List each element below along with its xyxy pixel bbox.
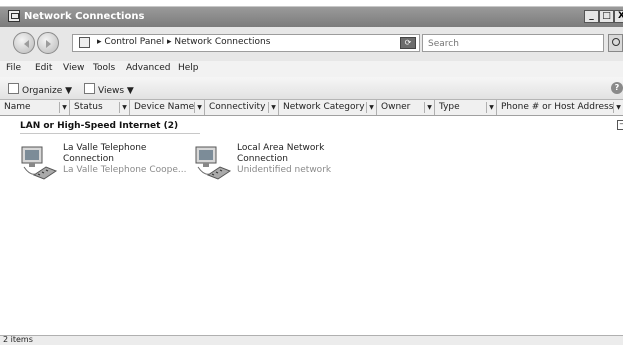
search-icon[interactable]	[608, 34, 623, 52]
breadcrumb-separator: ▸	[166, 37, 172, 47]
views-label: Views ▼	[98, 86, 134, 96]
column-dropdown-icon[interactable]: ▼	[613, 102, 623, 113]
connection-name: Connection	[63, 154, 114, 164]
column-dropdown-icon[interactable]: ▼	[366, 102, 376, 113]
search-input[interactable]	[426, 36, 590, 52]
menu-view[interactable]: View	[63, 63, 84, 73]
organize-button[interactable]: Organize ▼	[8, 83, 72, 96]
column-dropdown-icon[interactable]: ▼	[119, 102, 129, 113]
views-icon	[84, 83, 95, 94]
control-panel-icon	[79, 37, 90, 48]
network-adapter-icon	[21, 146, 58, 180]
column-dropdown-icon[interactable]: ▼	[194, 102, 204, 113]
column-label: Network Category	[283, 102, 365, 112]
connection-text: Local Area Network Connection Unidentifi…	[237, 143, 331, 176]
breadcrumb-separator: ▸	[97, 37, 102, 47]
menu-tools[interactable]: Tools	[93, 63, 115, 73]
window-title: Network Connections	[24, 11, 145, 22]
column-label: Owner	[381, 102, 411, 112]
column-headers: Name ▼ Status ▼ Device Name ▼ Connectivity ▼…	[0, 100, 623, 116]
menu-help[interactable]: Help	[178, 63, 199, 73]
connection-status: Unidentified network	[237, 165, 332, 175]
help-icon[interactable]: ?	[611, 82, 623, 94]
column-name[interactable]: Name ▼	[0, 100, 70, 115]
menu-file[interactable]: File	[6, 63, 21, 73]
search-box[interactable]	[422, 34, 604, 52]
status-bar: 2 items	[0, 335, 623, 345]
close-button[interactable]: X	[614, 10, 623, 23]
refresh-icon[interactable]: ⟳	[400, 37, 416, 49]
column-device-name[interactable]: Device Name ▼	[130, 100, 205, 115]
column-label: Name	[4, 102, 31, 112]
column-label: Status	[74, 102, 103, 112]
column-label: Phone # or Host Address	[501, 102, 614, 112]
address-bar[interactable]: ▸ Control Panel ▸ Network Connections ▼	[72, 34, 463, 52]
group-divider	[20, 133, 200, 134]
organize-label: Organize ▼	[22, 86, 73, 96]
minimize-button[interactable]: _	[584, 10, 599, 23]
group-collapse-button[interactable]: −	[617, 120, 623, 130]
column-owner[interactable]: Owner ▼	[377, 100, 435, 115]
network-connections-window: Network Connections _ □ X ▸ Control Pane…	[0, 0, 623, 345]
network-adapter-icon	[195, 146, 232, 180]
breadcrumb: ▸ Control Panel ▸ Network Connections	[97, 37, 270, 47]
item-count: 2 items	[3, 335, 33, 344]
column-status[interactable]: Status ▼	[70, 100, 130, 115]
views-button[interactable]: Views ▼	[84, 83, 134, 96]
organize-icon	[8, 83, 19, 94]
column-label: Connectivity	[209, 102, 266, 112]
column-type[interactable]: Type ▼	[435, 100, 497, 115]
column-dropdown-icon[interactable]: ▼	[59, 102, 69, 113]
column-dropdown-icon[interactable]: ▼	[424, 102, 434, 113]
column-connectivity[interactable]: Connectivity ▼	[205, 100, 279, 115]
forward-arrow-icon[interactable]	[37, 32, 59, 54]
connection-name: Connection	[237, 154, 288, 164]
title-bar[interactable]: Network Connections _ □ X	[0, 6, 623, 27]
back-arrow-icon[interactable]	[13, 32, 35, 54]
connection-name: La Valle Telephone	[63, 143, 147, 153]
column-dropdown-icon[interactable]: ▼	[486, 102, 496, 113]
connections-list: LAN or High-Speed Internet (2) − La Vall…	[0, 116, 623, 335]
column-network-category[interactable]: Network Category ▼	[279, 100, 377, 115]
column-label: Device Name	[134, 102, 195, 112]
column-dropdown-icon[interactable]: ▼	[268, 102, 278, 113]
connection-text: La Valle Telephone Connection La Valle T…	[63, 143, 186, 176]
menu-edit[interactable]: Edit	[35, 63, 52, 73]
connection-name: Local Area Network	[237, 143, 325, 153]
address-row: ▸ Control Panel ▸ Network Connections ▼ …	[0, 27, 623, 61]
breadcrumb-network-connections[interactable]: Network Connections	[174, 37, 270, 47]
toolbar: Organize ▼ Views ▼ ?	[0, 77, 623, 100]
column-phone-or-host[interactable]: Phone # or Host Address ▼	[497, 100, 623, 115]
group-header[interactable]: LAN or High-Speed Internet (2)	[20, 121, 178, 131]
breadcrumb-control-panel[interactable]: Control Panel	[104, 37, 164, 47]
network-connections-icon	[8, 10, 20, 22]
menu-advanced[interactable]: Advanced	[126, 63, 170, 73]
connection-status: La Valle Telephone Coope...	[63, 165, 187, 175]
maximize-button[interactable]: □	[599, 10, 614, 23]
window-controls: _ □ X	[584, 10, 623, 23]
column-label: Type	[439, 102, 460, 112]
menu-bar: File Edit View Tools Advanced Help	[0, 61, 623, 77]
